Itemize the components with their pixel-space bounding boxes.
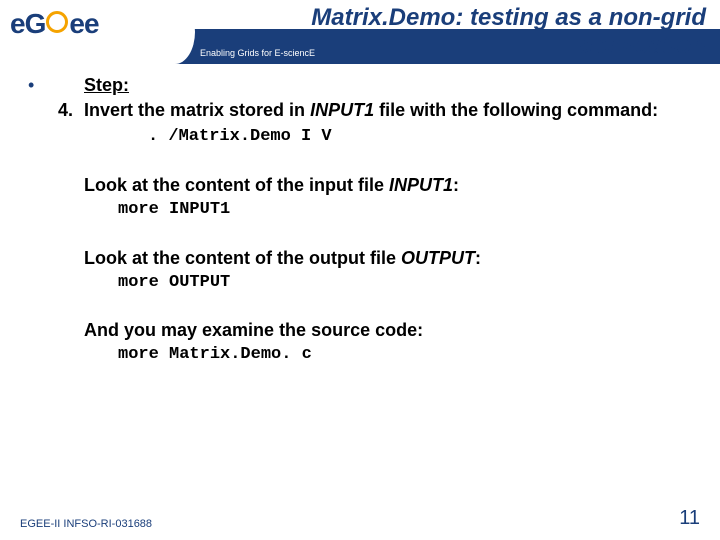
- logo-letter: G: [25, 8, 46, 40]
- page-number: 11: [679, 507, 700, 530]
- spacer: [58, 74, 84, 97]
- slide-header: e G e e Enabling Grids for E-sciencE Mat…: [0, 0, 720, 64]
- egee-logo: e G e e: [10, 8, 99, 40]
- text: Look at the content of the input file: [84, 175, 389, 195]
- logo-ring-icon: [46, 11, 68, 33]
- text: file with the following command:: [374, 100, 658, 120]
- logo-letter: e: [10, 8, 25, 40]
- text: :: [475, 248, 481, 268]
- text: Invert the matrix stored in: [84, 100, 310, 120]
- look-output: Look at the content of the output file O…: [28, 247, 692, 270]
- step-row: • Step:: [28, 74, 692, 97]
- slide-body: • Step: 4. Invert the matrix stored in I…: [0, 64, 720, 366]
- step4-text: Invert the matrix stored in INPUT1 file …: [84, 99, 692, 122]
- command: . /Matrix.Demo I V: [28, 126, 692, 148]
- filename: INPUT1: [389, 175, 453, 195]
- title-line2: application: [579, 32, 706, 59]
- command: more Matrix.Demo. c: [28, 344, 692, 366]
- logo-letter: e: [84, 8, 99, 40]
- slide-title: Matrix.Demo: testing as a non-grid appli…: [206, 4, 706, 59]
- slide-footer: EGEE-II INFSO-RI-031688 11: [0, 507, 720, 530]
- step4-row: 4. Invert the matrix stored in INPUT1 fi…: [28, 99, 692, 122]
- look-input: Look at the content of the input file IN…: [28, 174, 692, 197]
- step-number: 4.: [58, 99, 84, 122]
- spacer: [28, 99, 58, 122]
- examine-text: And you may examine the source code:: [28, 319, 692, 342]
- command: more INPUT1: [28, 199, 692, 221]
- filename: INPUT1: [310, 100, 374, 120]
- logo-letter: e: [69, 8, 84, 40]
- title-line1: Matrix.Demo: testing as a non-grid: [311, 4, 706, 31]
- command: more OUTPUT: [28, 272, 692, 294]
- bullet-icon: •: [28, 74, 58, 97]
- logo-container: e G e e: [0, 0, 175, 64]
- footer-ref: EGEE-II INFSO-RI-031688: [20, 518, 152, 530]
- text: :: [453, 175, 459, 195]
- step-label: Step:: [84, 74, 692, 97]
- text: Look at the content of the output file: [84, 248, 401, 268]
- filename: OUTPUT: [401, 248, 475, 268]
